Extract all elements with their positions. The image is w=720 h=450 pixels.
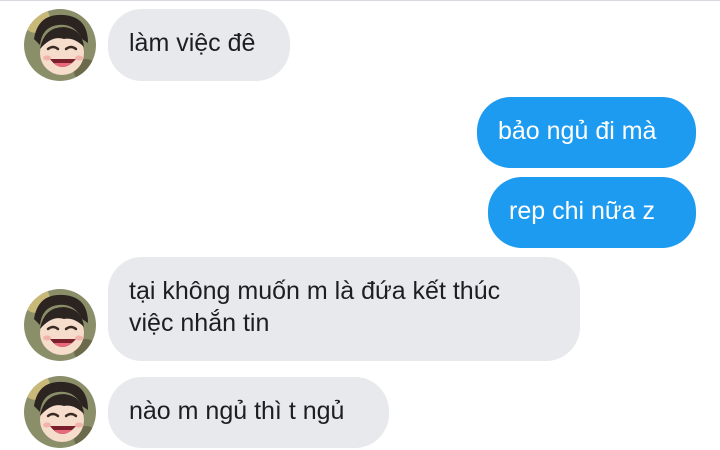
message-text-line-2: việc nhắn tin	[129, 309, 270, 337]
cartoon-avatar-icon	[24, 376, 96, 448]
cartoon-avatar-icon	[24, 9, 96, 81]
message-bubble-outgoing[interactable]: bảo ngủ đi mà	[477, 97, 696, 168]
message-text: làm việc đê	[129, 29, 256, 57]
message-text: rep chi nữa z	[509, 197, 655, 225]
cartoon-avatar-icon	[24, 289, 96, 361]
contact-avatar[interactable]	[24, 289, 96, 361]
message-text: nào m ngủ thì t ngủ	[129, 397, 345, 425]
message-bubble-incoming[interactable]: làm việc đê	[108, 9, 290, 81]
message-text: bảo ngủ đi mà	[498, 117, 657, 145]
message-bubble-incoming[interactable]: nào m ngủ thì t ngủ	[108, 377, 389, 448]
top-divider	[0, 0, 720, 1]
message-text-line-1: tại không muốn m là đứa kết thúc	[129, 277, 501, 305]
contact-avatar[interactable]	[24, 376, 96, 448]
message-bubble-incoming[interactable]: tại không muốn m là đứa kết thúc việc nh…	[108, 257, 580, 361]
contact-avatar[interactable]	[24, 9, 96, 81]
message-bubble-outgoing[interactable]: rep chi nữa z	[488, 177, 696, 248]
